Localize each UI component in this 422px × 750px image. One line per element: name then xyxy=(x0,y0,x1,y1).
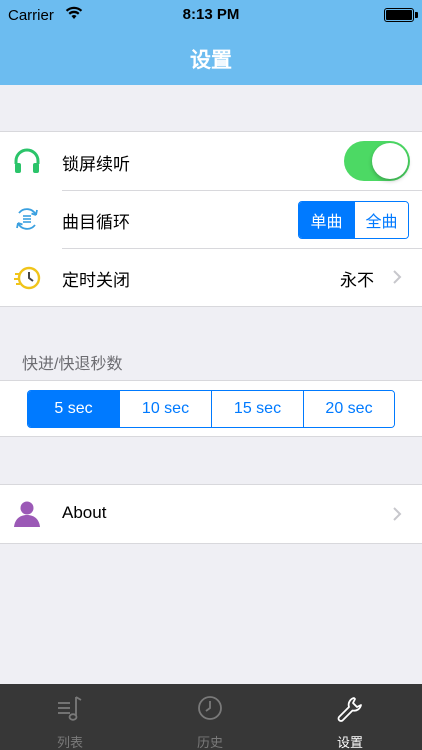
seek-seconds-segmented-control: 5 sec 10 sec 15 sec 20 sec xyxy=(27,390,395,428)
clock-icon xyxy=(198,696,222,720)
seek-section-header: 快进/快退秒数 xyxy=(22,356,123,373)
tab-settings-label: 设置 xyxy=(336,735,363,750)
loop-row: 曲目循环 单曲 全曲 xyxy=(0,190,422,248)
playback-settings-group: 锁屏续听 曲目循环 单曲 全曲 定时关闭 永不 xyxy=(0,131,422,307)
lock-screen-toggle[interactable] xyxy=(344,141,410,181)
page-title: 设置 xyxy=(190,49,232,72)
about-group: About xyxy=(0,484,422,544)
status-bar: Carrier 8:13 PM xyxy=(0,0,422,30)
tab-history[interactable]: 历史 xyxy=(140,684,280,750)
timer-icon xyxy=(14,266,41,290)
chevron-right-icon xyxy=(393,507,402,521)
loop-mode-segmented-control: 单曲 全曲 xyxy=(298,201,409,239)
loop-single-option[interactable]: 单曲 xyxy=(299,202,354,238)
lock-screen-label: 锁屏续听 xyxy=(62,155,130,174)
seek-settings-group: 5 sec 10 sec 15 sec 20 sec xyxy=(0,380,422,437)
seek-15-sec-option[interactable]: 15 sec xyxy=(211,391,303,427)
toggle-knob xyxy=(372,143,408,179)
tab-history-label: 历史 xyxy=(196,735,223,750)
music-list-icon xyxy=(58,696,82,721)
seek-10-sec-option[interactable]: 10 sec xyxy=(119,391,211,427)
loop-all-option[interactable]: 全曲 xyxy=(354,202,408,238)
timer-label: 定时关闭 xyxy=(62,271,130,290)
about-row[interactable]: About xyxy=(0,485,422,543)
seek-5-sec-option[interactable]: 5 sec xyxy=(28,391,119,427)
tab-list-label: 列表 xyxy=(56,735,83,750)
wrench-icon xyxy=(337,697,362,722)
clock-time: 8:13 PM xyxy=(182,6,240,23)
seek-20-sec-option[interactable]: 20 sec xyxy=(303,391,394,427)
user-icon xyxy=(14,501,40,527)
timer-row[interactable]: 定时关闭 永不 xyxy=(0,248,422,306)
timer-value: 永不 xyxy=(340,271,374,290)
tab-list[interactable]: 列表 xyxy=(0,684,140,750)
about-label: About xyxy=(62,503,107,522)
tab-bar: 列表 历史 设置 xyxy=(0,684,422,750)
lock-screen-row: 锁屏续听 xyxy=(0,132,422,190)
chevron-right-icon xyxy=(393,270,402,284)
repeat-list-icon xyxy=(16,208,38,230)
tab-settings[interactable]: 设置 xyxy=(280,684,420,750)
headphones-icon xyxy=(14,148,40,173)
navigation-header: Carrier 8:13 PM 设置 xyxy=(0,0,422,85)
loop-label: 曲目循环 xyxy=(62,213,130,232)
battery-icon xyxy=(384,8,418,22)
